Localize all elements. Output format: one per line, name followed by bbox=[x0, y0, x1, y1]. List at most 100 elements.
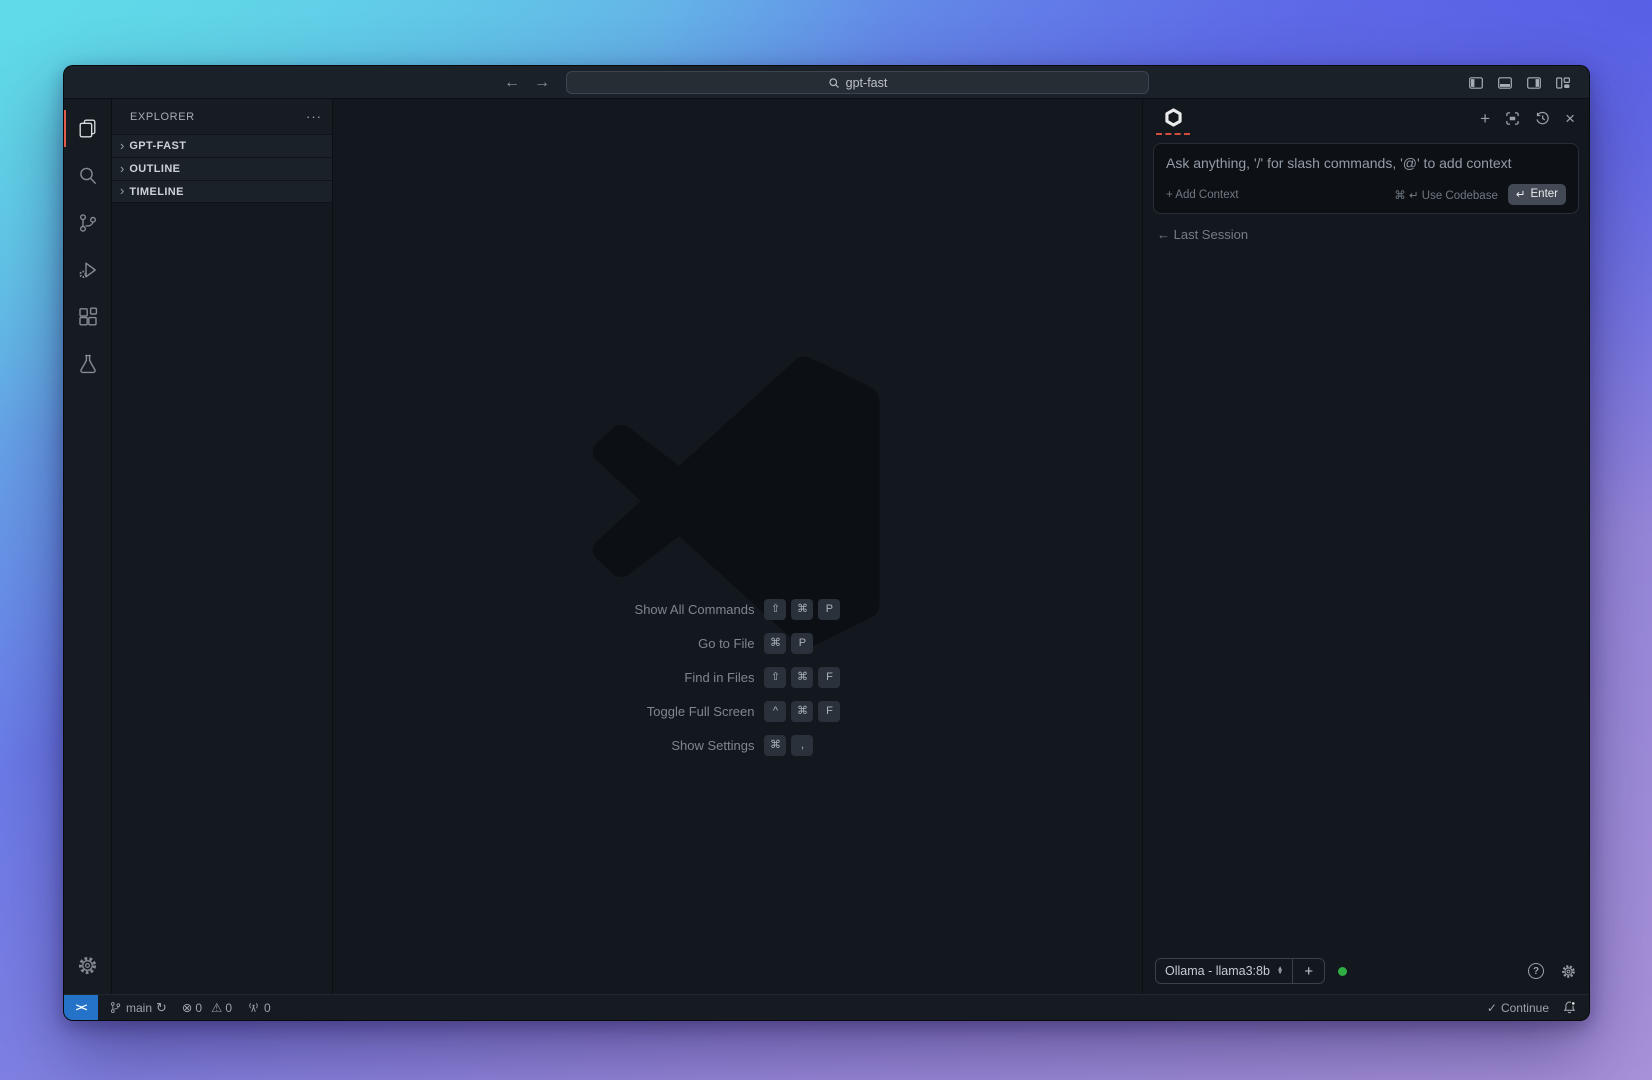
chevron-right-icon: › bbox=[120, 160, 125, 176]
branch-icon bbox=[110, 1002, 121, 1013]
sync-icon: ↻ bbox=[156, 1000, 167, 1015]
chat-input-placeholder: Ask anything, '/' for slash commands, '@… bbox=[1166, 155, 1512, 171]
keycap: ⌘ bbox=[791, 667, 814, 688]
search-icon bbox=[79, 167, 96, 184]
keycap: ⌘ bbox=[791, 599, 814, 620]
explorer-title: EXPLORER bbox=[130, 110, 195, 123]
keycap: ⌘ bbox=[791, 701, 814, 722]
shortcut-keys: ^ ⌘ F bbox=[764, 701, 841, 722]
explorer-header: EXPLORER ··· bbox=[112, 99, 332, 134]
fullscreen-icon[interactable] bbox=[1505, 111, 1520, 126]
explorer-section-label: OUTLINE bbox=[129, 163, 181, 175]
problems-status[interactable]: ⊗ 0 ⚠ 0 bbox=[181, 1000, 232, 1016]
chevron-right-icon: › bbox=[120, 137, 125, 153]
extensions-icon bbox=[78, 307, 97, 326]
testing-beaker-icon bbox=[79, 354, 96, 373]
select-updown-icon: ▲ ▼ bbox=[1276, 964, 1284, 976]
explorer-files-icon bbox=[79, 119, 96, 138]
nav-forward-icon[interactable]: → bbox=[534, 74, 550, 92]
add-model-button[interactable]: + bbox=[1293, 959, 1324, 983]
help-icon[interactable]: ? bbox=[1528, 963, 1544, 979]
keycap: F bbox=[818, 667, 841, 688]
shortcut-keys: ⌘, bbox=[764, 735, 840, 756]
error-count: 0 bbox=[195, 1000, 203, 1015]
keycap: ^ bbox=[764, 701, 787, 722]
chevron-right-icon: › bbox=[120, 183, 125, 198]
activity-extensions[interactable] bbox=[64, 293, 112, 340]
shortcut-keys: ⇧ ⌘ P bbox=[764, 599, 841, 620]
command-center-search[interactable]: gpt-fast bbox=[566, 71, 1149, 94]
shortcut-label: Go to File bbox=[698, 636, 755, 651]
warning-icon: ⚠ bbox=[211, 1001, 223, 1015]
keycap: ⇧ bbox=[764, 667, 787, 688]
check-icon: ✓ bbox=[1486, 1000, 1497, 1015]
new-session-icon[interactable]: + bbox=[1480, 110, 1490, 127]
shortcut-label: Show Settings bbox=[671, 738, 755, 753]
activity-source-control[interactable] bbox=[64, 199, 112, 246]
activity-settings[interactable] bbox=[64, 940, 112, 990]
keycap: P bbox=[791, 633, 814, 654]
model-select-value: Ollama - llama3:8b bbox=[1165, 964, 1270, 978]
search-icon bbox=[829, 77, 839, 88]
title-bar: ← → gpt-fast bbox=[64, 66, 1589, 99]
assistant-panel: + × Ask anything, '/' for slash commands… bbox=[1142, 99, 1589, 994]
remote-indicator[interactable]: >< bbox=[64, 995, 98, 1020]
activity-bar bbox=[64, 99, 112, 994]
assistant-panel-header: + × bbox=[1143, 99, 1589, 137]
assistant-panel-footer: Ollama - llama3:8b ▲ ▼ + ? bbox=[1143, 952, 1589, 994]
add-context-button[interactable]: + Add Context bbox=[1166, 189, 1239, 201]
editor-area: Show All Commands ⇧ ⌘ P Go to File ⌘ P Find in … bbox=[333, 99, 1142, 994]
ports-status[interactable]: 0 bbox=[247, 1001, 271, 1015]
enter-button[interactable]: ↵ Enter bbox=[1507, 184, 1566, 205]
explorer-section-label: GPT-FAST bbox=[129, 140, 187, 152]
enter-key-icon: ↵ bbox=[1515, 189, 1526, 201]
explorer-sidebar: EXPLORER ··· › GPT-FAST › OUTLINE › TIMELINE bbox=[112, 99, 333, 994]
explorer-section-label: TIMELINE bbox=[129, 185, 184, 198]
shortcut-keys: ⇧ ⌘ F bbox=[764, 667, 841, 688]
command-center-value: gpt-fast bbox=[845, 75, 888, 90]
radio-tower-icon bbox=[249, 1002, 258, 1012]
explorer-sections: › GPT-FAST › OUTLINE › TIMELINE bbox=[112, 134, 332, 203]
explorer-more-actions-icon[interactable]: ··· bbox=[306, 109, 322, 124]
customize-layout-icon[interactable] bbox=[1555, 75, 1571, 91]
activity-run-debug[interactable] bbox=[64, 246, 112, 293]
toggle-secondary-sidebar-icon[interactable] bbox=[1526, 75, 1542, 91]
assistant-settings-gear-icon[interactable] bbox=[1560, 963, 1577, 980]
activity-testing[interactable] bbox=[64, 340, 112, 387]
activity-search[interactable] bbox=[64, 152, 112, 199]
error-icon: ⊗ bbox=[181, 1001, 193, 1015]
assistant-tab[interactable] bbox=[1156, 101, 1190, 135]
git-branch-status[interactable]: main ↻ bbox=[109, 1001, 167, 1015]
toggle-primary-sidebar-icon[interactable] bbox=[1468, 75, 1484, 91]
source-control-branch-icon bbox=[79, 213, 96, 232]
shortcut-label: Show All Commands bbox=[634, 602, 755, 617]
continue-status-item[interactable]: ✓ Continue bbox=[1487, 1001, 1549, 1015]
continue-logo-icon bbox=[1164, 108, 1182, 127]
close-panel-icon[interactable]: × bbox=[1565, 110, 1575, 127]
notifications-bell-icon[interactable] bbox=[1562, 1000, 1577, 1015]
shortcut-keys: ⌘ P bbox=[764, 633, 840, 654]
history-icon[interactable] bbox=[1535, 111, 1550, 126]
vscode-window: ← → gpt-fast EXPLORER ··· › GPT-FAST › O… bbox=[63, 65, 1590, 1021]
explorer-section-timeline[interactable]: › TIMELINE bbox=[112, 180, 332, 203]
explorer-section-outline[interactable]: › OUTLINE bbox=[112, 157, 332, 180]
keycap: P bbox=[818, 599, 841, 620]
keycap: F bbox=[818, 701, 841, 722]
use-codebase-hint[interactable]: ⌘ ↵ Use Codebase bbox=[1394, 188, 1498, 202]
keycap: ⌘ bbox=[764, 633, 787, 654]
connection-status-dot bbox=[1338, 966, 1348, 976]
model-select[interactable]: Ollama - llama3:8b ▲ ▼ bbox=[1156, 959, 1292, 983]
gear-icon bbox=[78, 956, 97, 974]
watermark-shortcuts: Show All Commands ⇧ ⌘ P Go to File ⌘ P Find in … bbox=[635, 599, 841, 756]
last-session-link[interactable]: ← Last Session bbox=[1157, 227, 1575, 242]
activity-explorer[interactable] bbox=[64, 105, 112, 152]
chat-input[interactable]: Ask anything, '/' for slash commands, '@… bbox=[1153, 143, 1579, 214]
keycap: , bbox=[791, 735, 814, 756]
toggle-panel-icon[interactable] bbox=[1497, 75, 1513, 91]
status-bar: >< main ↻ ⊗ 0 ⚠ 0 0 ✓ Continue bbox=[64, 994, 1589, 1020]
keycap: ⇧ bbox=[764, 599, 787, 620]
warning-count: 0 bbox=[225, 1000, 232, 1015]
run-debug-icon bbox=[78, 262, 96, 278]
explorer-section-gpt-fast[interactable]: › GPT-FAST bbox=[112, 134, 332, 157]
nav-back-icon[interactable]: ← bbox=[504, 74, 520, 92]
